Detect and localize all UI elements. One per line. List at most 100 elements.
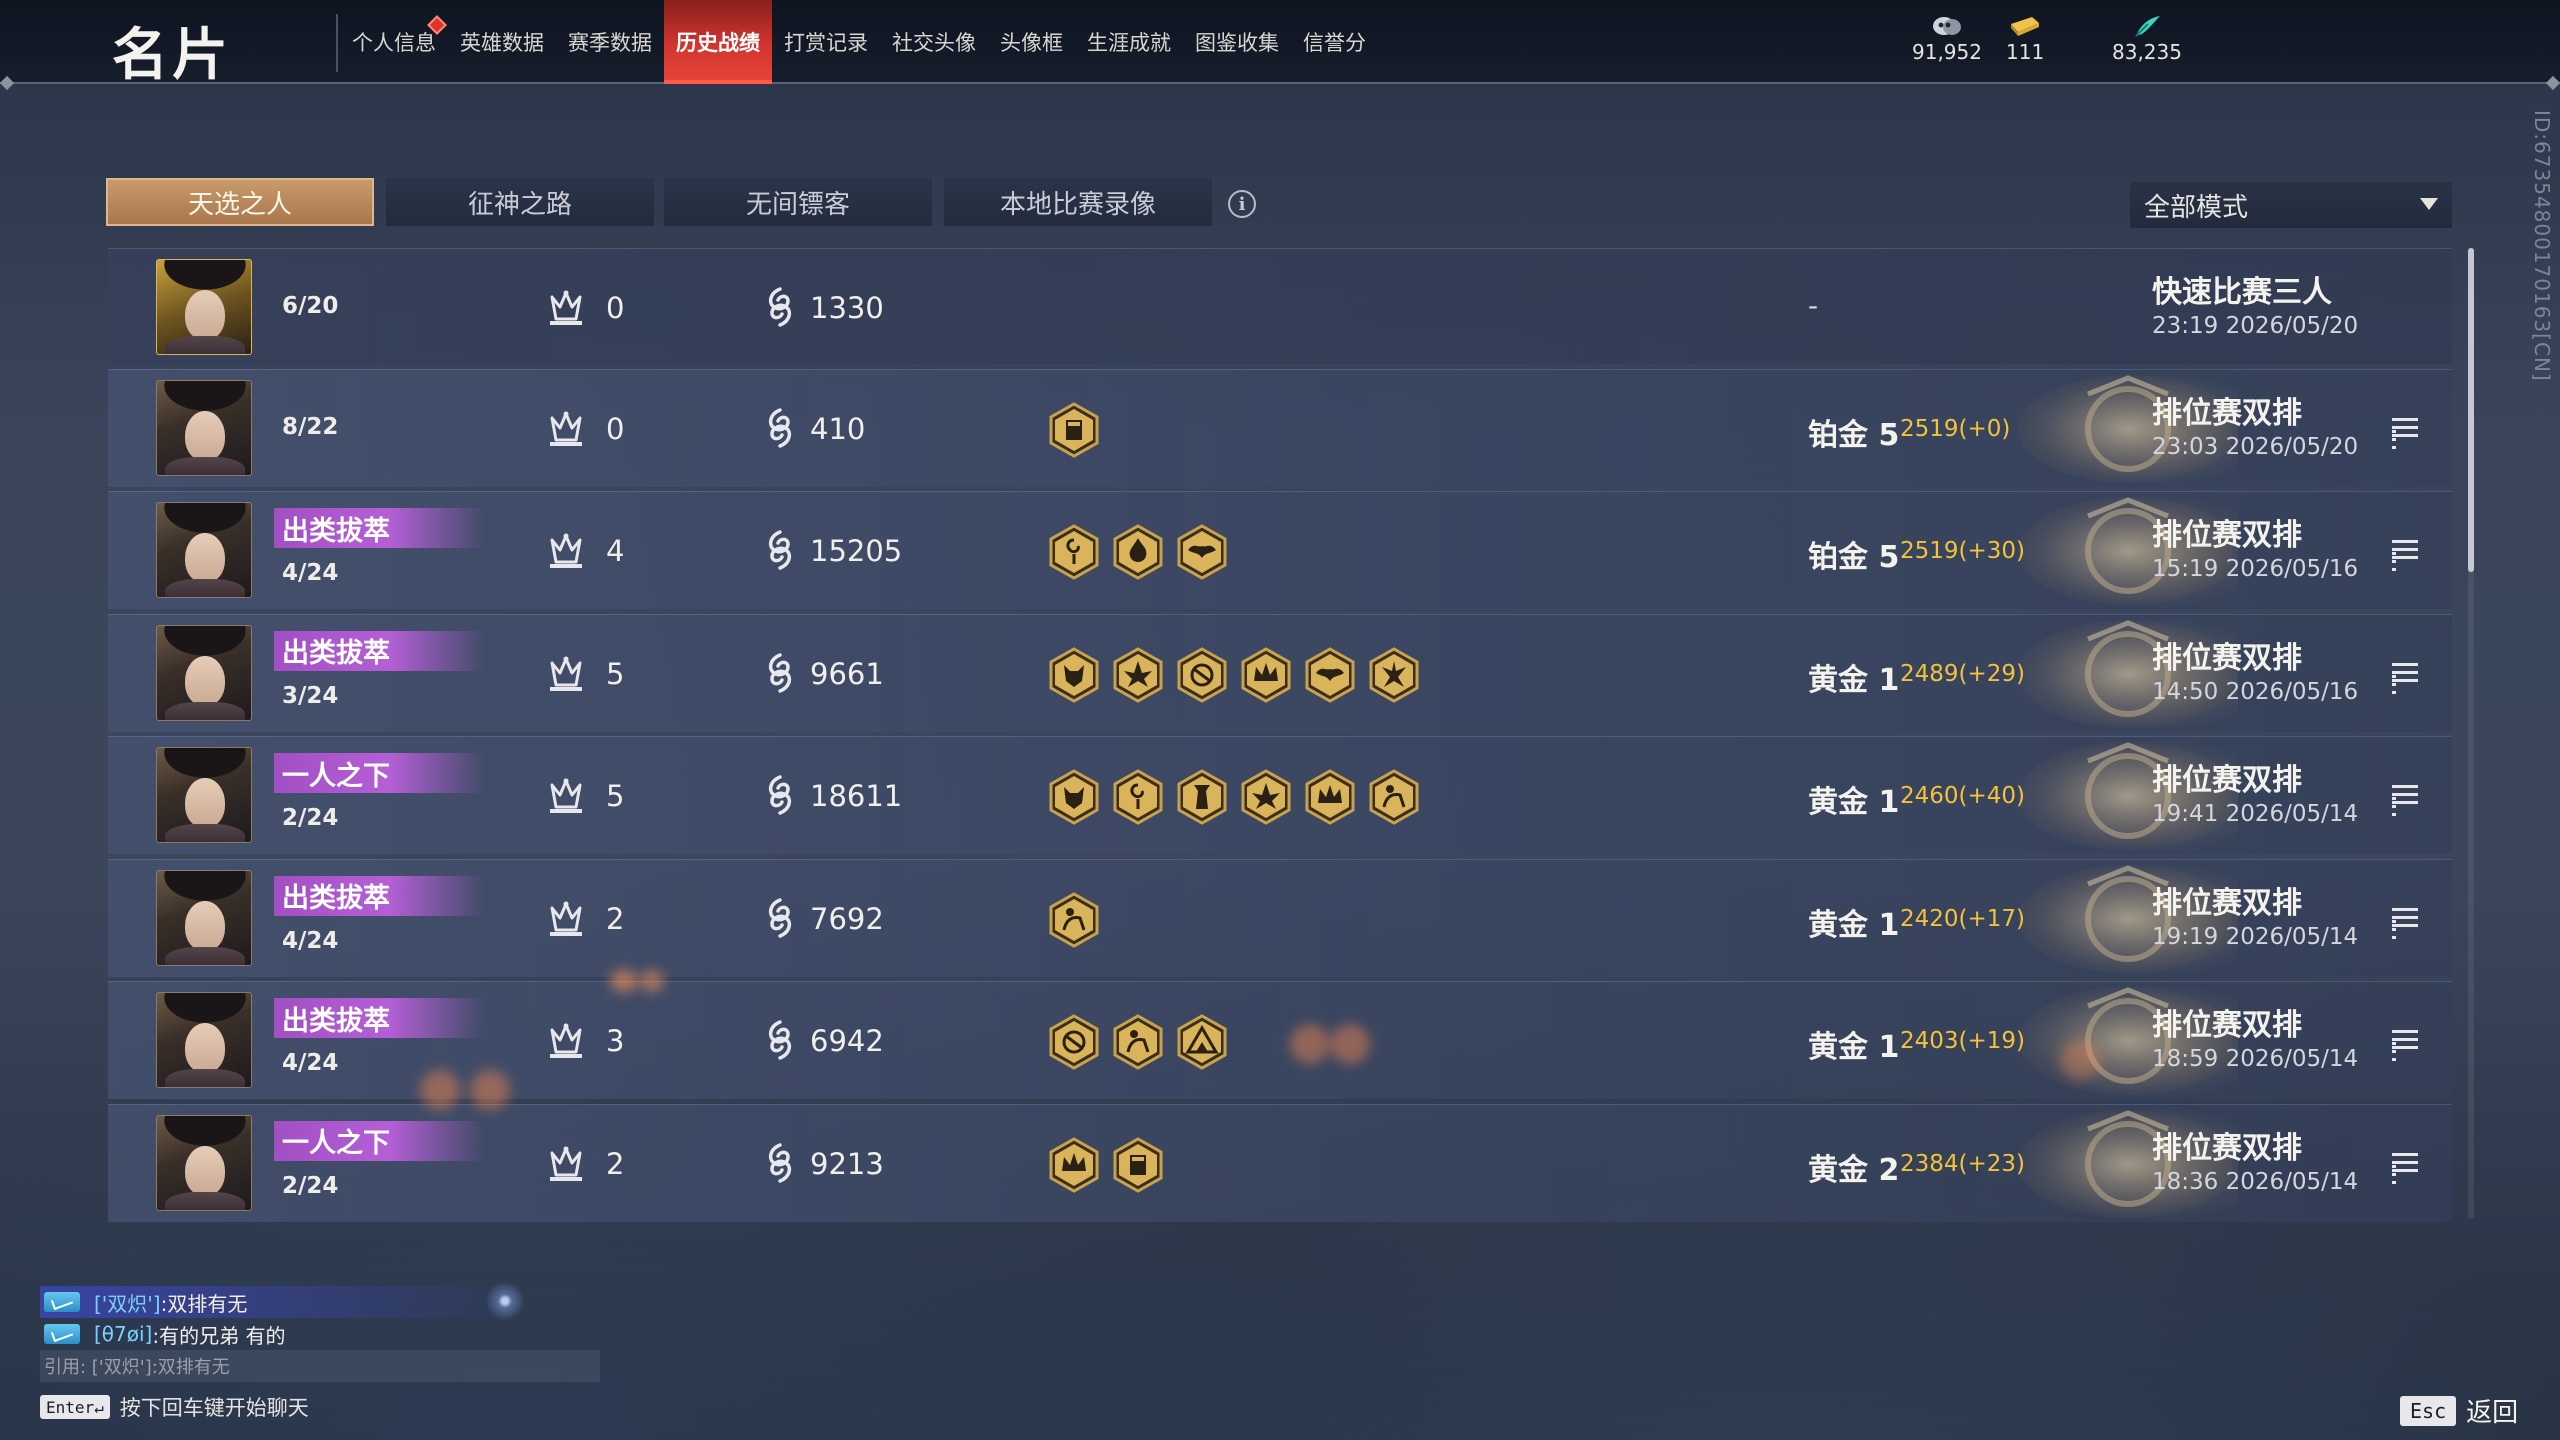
rider-badge-icon[interactable] xyxy=(1112,1014,1164,1070)
lotus-badge-icon[interactable] xyxy=(1112,646,1164,703)
damage-value: 6942 xyxy=(810,1024,884,1058)
match-mode: 排位赛双排 xyxy=(2152,1130,2302,1166)
nav-tab[interactable]: 头像框 xyxy=(988,0,1075,84)
wings-badge-icon[interactable] xyxy=(1304,646,1356,703)
nav-tab[interactable]: 个人信息 xyxy=(340,0,448,84)
crown-badge-icon[interactable] xyxy=(1304,769,1356,825)
spiral-badge-icon[interactable] xyxy=(1112,769,1164,825)
honor-title-badge: 一人之下 xyxy=(274,753,484,793)
nav-tab[interactable]: 英雄数据 xyxy=(448,0,556,84)
bokeh-light xyxy=(420,1070,460,1110)
match-time: 23:19 2026/05/20 xyxy=(2152,313,2359,339)
hero-portrait xyxy=(156,259,252,355)
match-mode: 排位赛双排 xyxy=(2152,763,2302,798)
crown-badge-icon[interactable] xyxy=(1240,646,1292,703)
beast-badge-icon[interactable] xyxy=(1048,769,1100,825)
tab-escort[interactable]: 无间镖客 xyxy=(664,178,932,226)
beast-badge-icon[interactable] xyxy=(1048,646,1100,703)
match-row[interactable]: 一人之下 2/24 2 9213 黄金 2 2384(+23) 排位赛双排 18:36 202… xyxy=(108,1103,2452,1223)
jade-feather-icon xyxy=(2135,16,2160,37)
mode-filter-dropdown[interactable]: 全部模式 xyxy=(2130,182,2452,228)
nav-tab-label: 英雄数据 xyxy=(460,31,544,55)
wings-badge-icon[interactable] xyxy=(1176,524,1228,580)
chat-sender: ['双炽'] xyxy=(94,1291,161,1316)
chat-input-hint[interactable]: Enter↵ 按下回车键开始聊天 xyxy=(40,1392,309,1422)
phoenix-badge-icon[interactable] xyxy=(1368,646,1420,703)
rider-badge-icon[interactable] xyxy=(1368,769,1420,825)
tab-road-to-god[interactable]: 征神之路 xyxy=(386,178,654,226)
enter-key-icon: Enter↵ xyxy=(40,1395,110,1419)
rank-tier: 黄金 1 xyxy=(1808,785,1900,820)
list-detail-icon[interactable] xyxy=(2392,1030,2418,1052)
achievement-badges xyxy=(1048,1136,1164,1193)
currency-value: 83,235 xyxy=(2112,40,2182,64)
match-row[interactable]: 出类拔萃 4/24 4 15205 铂金 5 2519(+30) 排位赛双排 15:19 20… xyxy=(108,491,2452,610)
damage-icon xyxy=(762,528,798,572)
match-time: 15:19 2026/05/16 xyxy=(2152,556,2359,582)
flame-badge-icon[interactable] xyxy=(1112,524,1164,580)
damage-value: 1330 xyxy=(810,291,884,325)
placement: 2/24 xyxy=(282,1172,339,1199)
tab-chosen-one[interactable]: 天选之人 xyxy=(106,178,374,226)
nav-tab[interactable]: 信誉分 xyxy=(1291,0,1378,84)
chat-message[interactable]: [θ7øi] :有的兄弟 有的 xyxy=(40,1318,520,1350)
nav-tab[interactable]: 历史战绩 xyxy=(664,0,772,84)
currency-mask-coin: 91,952 xyxy=(1912,14,1982,64)
bokeh-light xyxy=(640,970,664,992)
rank-score: 2384(+23) xyxy=(1900,1150,2026,1177)
tab-local-replays[interactable]: 本地比赛录像 xyxy=(944,178,1212,226)
rank-tier: 铂金 5 xyxy=(1808,417,1900,453)
rank-tier: 黄金 1 xyxy=(1808,662,1900,698)
crown-badge-icon[interactable] xyxy=(1048,1136,1100,1193)
list-detail-icon[interactable] xyxy=(2392,785,2418,807)
damage-value: 9661 xyxy=(810,656,884,691)
spiral-badge-icon[interactable] xyxy=(1048,524,1100,580)
chat-message[interactable]: ['双炽'] :双排有无 xyxy=(40,1286,520,1318)
placement: 4/24 xyxy=(282,1050,339,1076)
nav-tab-label: 打赏记录 xyxy=(784,31,868,55)
rider-badge-icon[interactable] xyxy=(1048,891,1100,948)
tower-badge-icon[interactable] xyxy=(1176,769,1228,825)
list-detail-icon[interactable] xyxy=(2392,540,2418,562)
match-row[interactable]: 一人之下 2/24 5 18611 黄金 1 2460(+40) 排位赛双排 19:41 20… xyxy=(108,736,2452,855)
damage-value: 18611 xyxy=(810,779,903,813)
nav-tab[interactable]: 生涯成就 xyxy=(1075,0,1183,84)
nav-tab-label: 图鉴收集 xyxy=(1195,31,1279,55)
list-detail-icon[interactable] xyxy=(2392,1152,2418,1175)
info-icon[interactable]: i xyxy=(1228,190,1256,218)
rank-score: 2489(+29) xyxy=(1900,660,2026,687)
nav-tab[interactable]: 赛季数据 xyxy=(556,0,664,84)
chat-quote: 引用: ['双炽']:双排有无 xyxy=(40,1350,600,1382)
match-mode: 排位赛双排 xyxy=(2152,885,2302,921)
shield-badge-icon[interactable] xyxy=(1112,1136,1164,1193)
currency-gold-ticket: 111 xyxy=(2006,14,2044,64)
match-row[interactable]: 8/22 0 410 铂金 5 2519(+0) 排位赛双排 23:03 2026/05/2… xyxy=(108,368,2452,488)
team-channel-icon xyxy=(44,1292,80,1312)
back-button[interactable]: Esc 返回 xyxy=(2400,1392,2518,1429)
mountain-badge-icon[interactable] xyxy=(1176,1014,1228,1070)
match-row[interactable]: 出类拔萃 4/24 3 6942 黄金 1 2403(+19) 排位赛双排 18:59 202… xyxy=(108,981,2452,1100)
rank-tier: 铂金 5 xyxy=(1808,540,1900,575)
lotus-badge-icon[interactable] xyxy=(1240,769,1292,825)
nav-tab[interactable]: 图鉴收集 xyxy=(1183,0,1291,84)
currency-value: 111 xyxy=(2006,40,2045,64)
bokeh-light xyxy=(470,1070,510,1110)
sparkle-icon xyxy=(460,1282,550,1320)
list-detail-icon[interactable] xyxy=(2392,417,2418,440)
back-label: 返回 xyxy=(2466,1398,2519,1428)
kills-value: 5 xyxy=(606,656,625,691)
nav-tab[interactable]: 社交头像 xyxy=(880,0,988,84)
shield-badge-icon[interactable] xyxy=(1048,401,1100,458)
swirl-badge-icon[interactable] xyxy=(1048,1014,1100,1070)
match-mode: 排位赛双排 xyxy=(2152,518,2302,553)
match-row[interactable]: 6/20 0 1330 - 快速比赛三人 23:19 2026/05/20 xyxy=(108,248,2452,364)
placement: 4/24 xyxy=(282,927,339,954)
nav-tab[interactable]: 打赏记录 xyxy=(772,0,880,84)
list-detail-icon[interactable] xyxy=(2392,907,2418,930)
match-row[interactable]: 出类拔萃 3/24 5 9661 黄金 1 2489(+29) 排位赛双排 14:50 202… xyxy=(108,613,2452,733)
list-detail-icon[interactable] xyxy=(2392,662,2418,685)
kills-icon xyxy=(544,285,588,329)
swirl-badge-icon[interactable] xyxy=(1176,646,1228,703)
scrollbar-thumb[interactable] xyxy=(2468,248,2474,572)
match-row[interactable]: 出类拔萃 4/24 2 7692 黄金 1 2420(+17) 排位赛双排 19:19 202… xyxy=(108,858,2452,978)
